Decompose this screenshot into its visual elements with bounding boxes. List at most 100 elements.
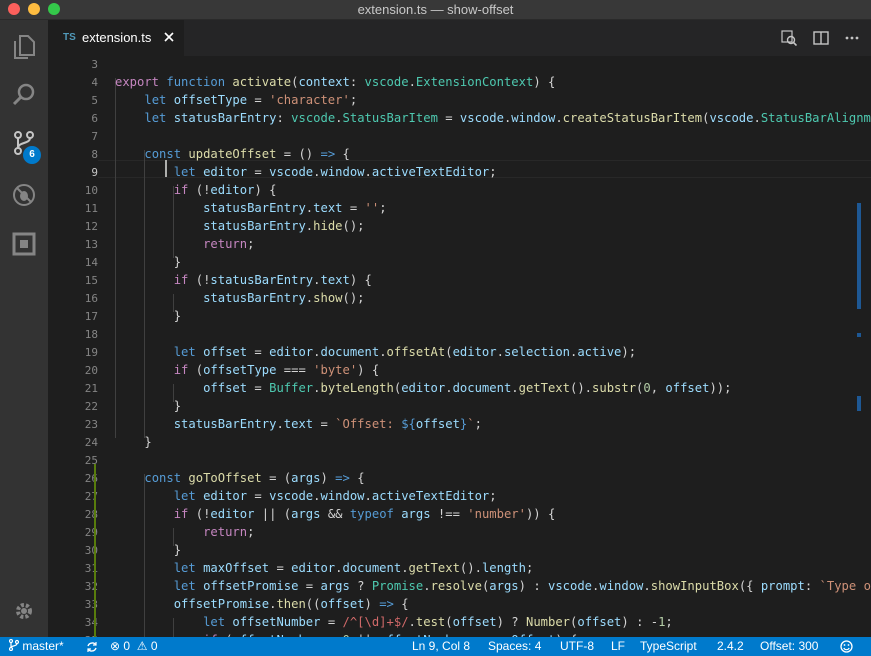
files-icon	[14, 35, 35, 59]
line-number: 34	[84, 616, 98, 629]
line-number: 4	[91, 76, 98, 89]
line-number: 19	[84, 346, 98, 359]
tab-extension-ts[interactable]: TS extension.ts	[48, 20, 184, 56]
encoding-status[interactable]: UTF-8	[560, 639, 594, 653]
code-line[interactable]: statusBarEntry.text = '';	[115, 201, 386, 215]
problems-status[interactable]: ⊗ 0 ⚠ 0	[110, 639, 158, 653]
code-line[interactable]: if (offsetType === 'byte') {	[115, 363, 379, 377]
branch-status[interactable]: master*	[8, 638, 64, 653]
line-number: 33	[84, 598, 98, 611]
code-line[interactable]: let offsetType = 'character';	[115, 93, 357, 107]
activity-bar: 6	[0, 20, 48, 637]
line-number: 30	[84, 544, 98, 557]
ts-version-status[interactable]: 2.4.2	[717, 639, 744, 653]
code-line[interactable]: statusBarEntry.hide();	[115, 219, 364, 233]
line-number: 29	[84, 526, 98, 539]
code-line[interactable]: return;	[115, 525, 254, 539]
error-icon: ⊗	[110, 639, 121, 653]
language-status[interactable]: TypeScript	[640, 639, 697, 653]
overview-ruler-mark	[857, 203, 861, 309]
line-number: 17	[84, 310, 98, 323]
code-line[interactable]: let maxOffset = editor.document.getText(…	[115, 561, 534, 575]
status-bar: master* ⊗ 0 ⚠ 0 Ln 9, Col 8 Spaces: 4 UT…	[0, 637, 871, 656]
warning-count: 0	[150, 639, 158, 653]
line-number: 28	[84, 508, 98, 521]
typescript-file-icon: TS	[63, 32, 76, 43]
code-line[interactable]: statusBarEntry.show();	[115, 291, 364, 305]
code-line[interactable]: }	[115, 435, 151, 449]
code-line[interactable]: if (!editor) {	[115, 183, 277, 197]
code-line[interactable]: statusBarEntry.text = `Offset: ${offset}…	[115, 417, 482, 431]
activity-debug[interactable]	[0, 173, 48, 217]
sync-icon[interactable]	[86, 641, 98, 653]
error-count: 0	[123, 639, 131, 653]
code-line[interactable]: }	[115, 543, 181, 557]
feedback-smiley-icon[interactable]	[840, 640, 853, 653]
cursor-position[interactable]: Ln 9, Col 8	[412, 639, 470, 653]
line-number: 16	[84, 292, 98, 305]
open-changes-icon[interactable]	[781, 30, 797, 46]
line-number-gutter: 3 4 5 6 7 8 9 10 11 12 13 14 15 16 17 18 19 20 21 22 23 24 25 2…	[48, 56, 98, 637]
activity-search[interactable]	[0, 73, 48, 117]
line-number: 32	[84, 580, 98, 593]
code-content[interactable]: export function activate(context: vscode…	[115, 56, 871, 637]
gear-icon	[16, 603, 32, 619]
code-line[interactable]: }	[115, 399, 181, 413]
git-branch-icon	[8, 638, 20, 652]
line-number: 15	[84, 274, 98, 287]
line-number: 13	[84, 238, 98, 251]
activity-explorer[interactable]	[0, 25, 48, 69]
code-line[interactable]: }	[115, 255, 181, 269]
line-number: 3	[91, 58, 98, 71]
window-title: extension.ts — show-offset	[357, 2, 514, 17]
code-line[interactable]: let editor = vscode.window.activeTextEdi…	[115, 165, 497, 179]
line-number: 23	[84, 418, 98, 431]
code-line[interactable]: if (!statusBarEntry.text) {	[115, 273, 372, 287]
close-icon[interactable]	[162, 30, 176, 44]
line-number: 18	[84, 328, 98, 341]
code-line[interactable]: export function activate(context: vscode…	[115, 75, 555, 89]
code-line[interactable]: offsetPromise.then((offset) => {	[115, 597, 409, 611]
line-number: 24	[84, 436, 98, 449]
offset-status[interactable]: Offset: 300	[760, 639, 818, 653]
code-line[interactable]: const updateOffset = () => {	[115, 147, 350, 161]
title-bar: extension.ts — show-offset	[0, 0, 871, 20]
code-line[interactable]: return;	[115, 237, 254, 251]
activity-manage[interactable]	[0, 589, 48, 633]
more-actions-icon[interactable]	[844, 30, 860, 46]
line-number: 8	[91, 148, 98, 161]
line-number: 21	[84, 382, 98, 395]
line-number: 22	[84, 400, 98, 413]
code-line[interactable]: if (!editor || (args && typeof args !== …	[115, 507, 556, 521]
overview-ruler-mark	[857, 333, 861, 337]
source-control-badge: 6	[23, 146, 41, 164]
line-number: 9	[91, 166, 98, 179]
overview-ruler-mark	[857, 396, 861, 411]
git-added-lines-marker	[94, 464, 96, 637]
code-line[interactable]: }	[115, 309, 181, 323]
line-number: 20	[84, 364, 98, 377]
code-line[interactable]: let offsetNumber = /^[\d]+$/.test(offset…	[115, 615, 673, 629]
eol-status[interactable]: LF	[611, 639, 625, 653]
search-icon	[12, 83, 35, 106]
branch-name: master*	[22, 639, 64, 653]
code-editor[interactable]: 3 4 5 6 7 8 9 10 11 12 13 14 15 16 17 18 19 20 21 22 23 24 25 2…	[48, 56, 871, 637]
line-number: 26	[84, 472, 98, 485]
line-number: 7	[91, 130, 98, 143]
debug-icon	[13, 184, 35, 206]
code-line[interactable]: let statusBarEntry: vscode.StatusBarItem…	[115, 111, 871, 125]
code-line[interactable]: let offsetPromise = args ? Promise.resol…	[115, 579, 871, 593]
code-line[interactable]: offset = Buffer.byteLength(editor.docume…	[115, 381, 731, 395]
tab-label: extension.ts	[82, 30, 152, 45]
vscode-window: extension.ts — show-offset 6 TS extensio…	[0, 0, 871, 656]
split-editor-icon[interactable]	[813, 30, 829, 46]
code-line[interactable]: let editor = vscode.window.activeTextEdi…	[115, 489, 497, 503]
line-number: 25	[84, 454, 98, 467]
activity-extensions[interactable]	[0, 222, 48, 266]
warning-icon: ⚠	[133, 639, 148, 653]
extensions-icon	[12, 232, 36, 256]
tab-bar: TS extension.ts	[48, 20, 871, 56]
indentation-status[interactable]: Spaces: 4	[488, 639, 541, 653]
code-line[interactable]: let offset = editor.document.offsetAt(ed…	[115, 345, 636, 359]
code-line[interactable]: const goToOffset = (args) => {	[115, 471, 364, 485]
